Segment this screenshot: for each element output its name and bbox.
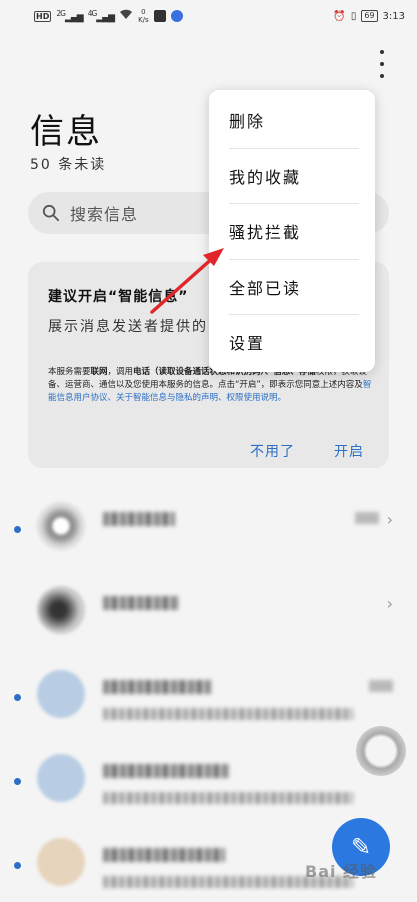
menu-item-spam-block[interactable]: 骚扰拦截: [209, 203, 375, 258]
speed-unit: K/s: [138, 16, 149, 24]
wifi-icon: [119, 9, 133, 23]
contact-name-blurred: [103, 680, 211, 694]
avatar-person-icon: [37, 838, 85, 886]
message-preview-blurred: [103, 792, 353, 804]
message-preview-blurred: [103, 708, 353, 720]
clock: 3:13: [382, 10, 405, 22]
search-icon: [42, 204, 60, 222]
fine-print-network: 联网: [90, 367, 108, 377]
decline-button[interactable]: 不用了: [250, 441, 295, 461]
new-message-icon: ✎: [350, 833, 372, 861]
signal-icon-2: 4G▂▄▆: [87, 9, 115, 23]
overflow-menu: 删除 我的收藏 骚扰拦截 全部已读 设置: [209, 90, 375, 372]
avatar: [37, 586, 85, 634]
enable-button[interactable]: 开启: [334, 441, 364, 461]
hd-badge: HD: [34, 10, 52, 22]
network-speed: 0 K/s: [138, 8, 149, 24]
watermark: Bai 经验: [305, 862, 378, 881]
more-options-icon[interactable]: [374, 50, 390, 78]
unread-dot: [14, 778, 21, 785]
avatar-person-icon: [37, 754, 85, 802]
search-placeholder: 搜索信息: [70, 205, 139, 224]
page-title: 信息: [30, 112, 102, 152]
timestamp-blurred: [369, 680, 393, 692]
avatar-person-icon: [37, 670, 85, 718]
unread-dot: [14, 862, 21, 869]
avatar: [37, 502, 85, 550]
unread-count: 50 条未读: [30, 157, 107, 173]
contact-name-blurred: [103, 596, 179, 610]
conversation-item[interactable]: [0, 742, 417, 822]
speed-value: 0: [141, 8, 146, 16]
unread-dot: [14, 526, 21, 533]
vibrate-icon: ▯: [350, 10, 357, 22]
status-bar: HD 2G▂▄▆ 4G▂▄▆ 0 K/s ⏰ ▯ 69 3:13: [0, 0, 417, 32]
timestamp-blurred: [355, 512, 379, 524]
conversation-item[interactable]: [0, 658, 417, 738]
menu-item-settings[interactable]: 设置: [209, 314, 375, 369]
battery-icon: 69: [361, 10, 378, 22]
contact-name-blurred: [103, 764, 229, 778]
app-notification-icon-2: [170, 10, 183, 22]
network-type-2: 4G: [87, 9, 98, 18]
contact-name-blurred: [103, 848, 225, 862]
conversation-item[interactable]: ›: [0, 574, 417, 654]
network-type-1: 2G: [56, 9, 66, 18]
fine-print-text: 本服务需要: [48, 367, 91, 377]
floating-assistant-button[interactable]: [356, 726, 406, 776]
alarm-icon: ⏰: [333, 10, 346, 22]
menu-item-favorites[interactable]: 我的收藏: [209, 148, 375, 203]
chevron-right-icon: ›: [386, 510, 393, 529]
signal-icon: 2G▂▄▆: [56, 9, 83, 23]
contact-name-blurred: [103, 512, 175, 526]
menu-item-delete[interactable]: 删除: [209, 92, 375, 147]
chevron-right-icon: ›: [386, 594, 393, 613]
unread-dot: [14, 694, 21, 701]
conversation-item[interactable]: ›: [0, 490, 417, 570]
card-title: 建议开启“智能信息”: [48, 289, 189, 305]
fine-print-text-2: ，调用: [107, 367, 134, 377]
battery-level: 69: [364, 11, 375, 20]
app-notification-icon: [153, 10, 166, 22]
menu-item-mark-all-read[interactable]: 全部已读: [209, 259, 375, 314]
